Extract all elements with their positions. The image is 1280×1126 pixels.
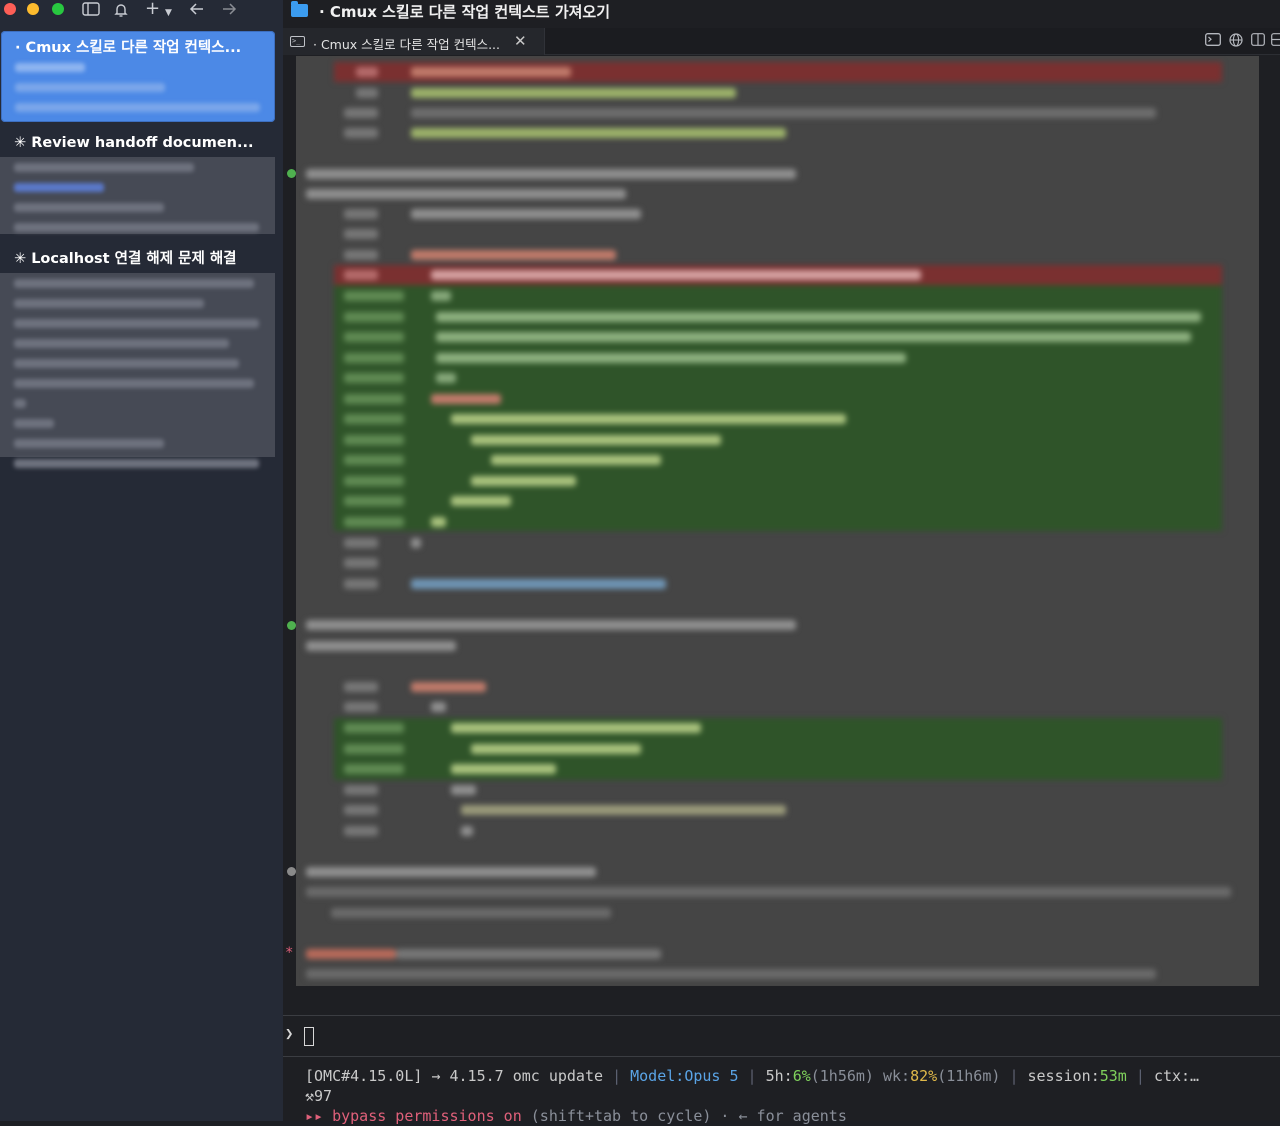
asterisk-icon: *: [285, 945, 294, 961]
arrow-right-icon[interactable]: [221, 2, 237, 21]
terminal-icon: >_: [290, 36, 305, 47]
sidebar-item-cmux[interactable]: · Cmux 스킬로 다른 작업 컨텍스...: [1, 31, 275, 122]
prompt-input[interactable]: ❯: [283, 1015, 1280, 1057]
tab-label: · Cmux 스킬로 다른 작업 컨텍스...: [313, 37, 500, 52]
folder-icon: [291, 1, 308, 17]
fiveh-time: (1h56m): [810, 1067, 874, 1085]
tool-count: 97: [314, 1087, 333, 1105]
status-dot-icon: [287, 621, 296, 630]
separator: |: [1135, 1067, 1145, 1085]
layout-icon[interactable]: [1271, 33, 1280, 50]
wk-label: wk:: [883, 1067, 911, 1085]
status-dot-icon: [287, 169, 296, 178]
plus-icon[interactable]: +: [145, 0, 160, 18]
prompt-char-icon: ❯: [285, 1026, 294, 1042]
window-titlebar: · Cmux 스킬로 다른 작업 컨텍스트 가져오기: [283, 0, 1280, 24]
wk-time: (11h6m): [937, 1067, 1001, 1085]
minimize-window-icon[interactable]: [27, 3, 39, 15]
bell-icon[interactable]: [113, 2, 129, 23]
update-notice: 4.15.7 omc update: [449, 1067, 604, 1085]
omc-version: [OMC#4.15.0L]: [305, 1067, 423, 1085]
sidebar-item-title: ✳ Review handoff documen...: [14, 135, 254, 151]
fiveh-label: 5h:: [765, 1067, 793, 1085]
terminal-icon[interactable]: [1205, 33, 1221, 50]
close-window-icon[interactable]: [4, 3, 16, 15]
main-pane: · Cmux 스킬로 다른 작업 컨텍스트 가져오기 >_ · Cmux 스킬로…: [283, 0, 1280, 1125]
terminal-output[interactable]: [296, 56, 1259, 986]
sidebar-item-preview: [0, 273, 275, 468]
sidebar-item-title: ✳ Localhost 연결 해제 문제 해결: [14, 251, 237, 267]
model-value: Opus 5: [684, 1067, 739, 1085]
separator: |: [1009, 1067, 1019, 1085]
globe-icon[interactable]: [1229, 33, 1243, 51]
model-label: Model:: [630, 1067, 685, 1085]
mode-hint: (shift+tab to cycle) · ← for agents: [530, 1107, 847, 1125]
arrow-left-icon[interactable]: [189, 2, 205, 21]
tab-bar: >_ · Cmux 스킬로 다른 작업 컨텍스... ✕: [283, 28, 1280, 55]
session-value: 53m: [1099, 1067, 1127, 1085]
fast-forward-icon: ▸▸: [305, 1107, 324, 1125]
sidebar-item-title: · Cmux 스킬로 다른 작업 컨텍스...: [15, 40, 242, 56]
terminal-output-blurred: [296, 56, 1259, 986]
zoom-window-icon[interactable]: [52, 3, 64, 15]
text-cursor: [304, 1027, 314, 1046]
bypass-permissions[interactable]: bypass permissions on: [332, 1107, 522, 1125]
titlebar-controls: + ▼: [0, 0, 283, 24]
arrow-right-icon: →: [431, 1067, 441, 1085]
split-icon[interactable]: [1251, 33, 1265, 50]
tab-cmux[interactable]: >_ · Cmux 스킬로 다른 작업 컨텍스... ✕: [283, 28, 545, 55]
status-dot-icon: [287, 867, 296, 876]
fiveh-percent: 6%: [792, 1067, 811, 1085]
tool-icon: ⚒: [305, 1087, 315, 1105]
separator: |: [612, 1067, 622, 1085]
sidebar-item-preview: [15, 63, 260, 123]
close-tab-icon[interactable]: ✕: [514, 32, 527, 50]
status-line-1: [OMC#4.15.0L] → 4.15.7 omc update | Mode…: [305, 1066, 1280, 1086]
sidebar-item-review[interactable]: ✳ Review handoff documen...: [14, 134, 269, 152]
session-label: session:: [1027, 1067, 1100, 1085]
sidebar-toggle-icon[interactable]: [82, 2, 100, 21]
status-line-2: ⚒97: [305, 1086, 1280, 1106]
sidebar: + ▼ · Cmux 스킬로 다른 작업 컨텍스... ✳ Review han…: [0, 0, 283, 1121]
wk-percent: 82%: [910, 1067, 938, 1085]
sidebar-item-localhost[interactable]: ✳ Localhost 연결 해제 문제 해결: [14, 250, 269, 268]
ctx-label: ctx:…: [1153, 1067, 1200, 1085]
window-title: · Cmux 스킬로 다른 작업 컨텍스트 가져오기: [319, 3, 611, 21]
chevron-down-icon[interactable]: ▼: [165, 4, 172, 22]
separator: |: [747, 1067, 757, 1085]
sidebar-item-preview: [0, 157, 275, 234]
status-line: [OMC#4.15.0L] → 4.15.7 omc update | Mode…: [305, 1066, 1280, 1126]
status-line-3: ▸▸ bypass permissions on (shift+tab to c…: [305, 1106, 1280, 1126]
